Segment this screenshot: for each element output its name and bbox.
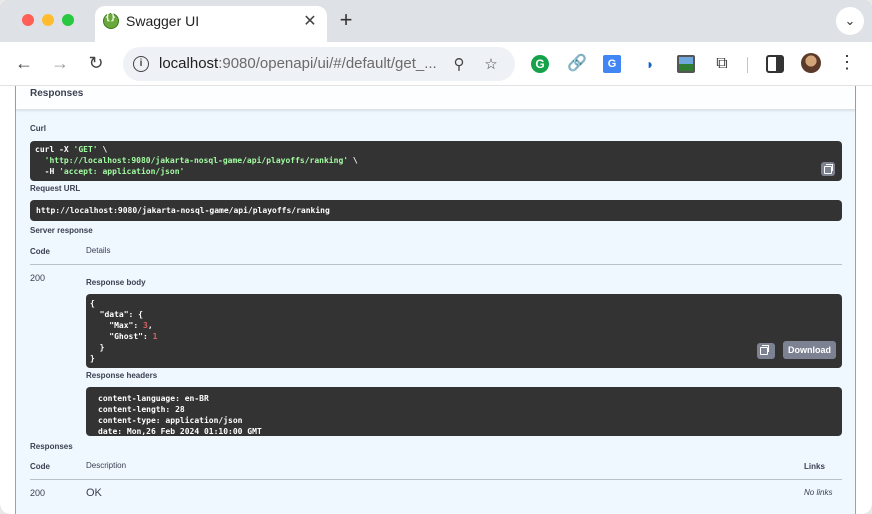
copy-response-icon[interactable] — [757, 343, 775, 359]
responses-header-row: Code Description — [30, 456, 842, 480]
body-close-brace: } — [90, 354, 95, 363]
body-max-key: "Max" — [109, 321, 134, 330]
curl-url-tail: \ — [348, 156, 358, 165]
page-content: Responses Curl curl -X 'GET' \ 'http://l… — [0, 86, 872, 514]
maximize-window-button[interactable] — [62, 14, 74, 26]
body-max-value: 3 — [143, 321, 148, 330]
curl-command[interactable]: curl -X 'GET' \ 'http://localhost:9080/j… — [30, 141, 842, 181]
reload-icon[interactable]: ↻ — [85, 52, 107, 74]
curl-accept: 'accept: application/json' — [59, 167, 185, 176]
tab-search-chevron-icon[interactable]: ⌄ — [836, 7, 864, 35]
col-code: Code — [30, 247, 50, 256]
request-url-value[interactable]: http://localhost:9080/jakarta-nosql-game… — [30, 200, 842, 221]
curl-url: 'http://localhost:9080/jakarta-nosql-gam… — [44, 156, 349, 165]
browser-toolbar: ← → ↻ i localhost:9080/openapi/ui/#/defa… — [0, 42, 872, 86]
dropper-icon[interactable]: ◗ — [641, 55, 659, 73]
responses-header-title: Responses — [30, 88, 84, 99]
curl-line1-tail: \ — [97, 145, 108, 154]
side-panel-icon[interactable] — [766, 55, 784, 73]
body-inner-close: } — [90, 343, 105, 352]
browser-window: Swagger UI ✕ + ⌄ ← → ↻ i localhost:9080/… — [0, 0, 872, 514]
url-text[interactable]: localhost:9080/openapi/ui/#/default/get_… — [159, 55, 449, 72]
grammarly-icon[interactable]: G — [531, 55, 549, 73]
download-button[interactable]: Download — [783, 341, 836, 359]
responses-section-title: Responses — [30, 442, 73, 451]
bookmark-star-icon[interactable]: ☆ — [482, 55, 500, 73]
body-ghost-key: "Ghost" — [109, 332, 143, 341]
response-body-label: Response body — [86, 278, 146, 287]
extensions-puzzle-icon[interactable]: ⧉ — [713, 55, 731, 73]
address-bar[interactable]: i localhost:9080/openapi/ui/#/default/ge… — [123, 47, 515, 81]
col-details: Details — [86, 246, 111, 255]
curl-method: 'GET' — [73, 145, 98, 154]
url-path: :9080/openapi/ui/#/default/get_... — [218, 55, 437, 72]
server-response-header-row: Code Details — [30, 242, 842, 265]
forward-arrow-icon[interactable]: → — [49, 52, 71, 74]
copy-curl-icon[interactable] — [821, 162, 835, 176]
close-window-button[interactable] — [22, 14, 34, 26]
new-tab-icon[interactable]: + — [337, 8, 355, 32]
responses-col-description: Description — [86, 461, 127, 470]
tab-swagger-ui[interactable]: Swagger UI ✕ — [95, 6, 327, 42]
response-headers-label: Response headers — [86, 371, 158, 380]
operation-block: Responses Curl curl -X 'GET' \ 'http://l… — [15, 86, 856, 514]
header-line: content-language: en-BR — [98, 394, 209, 403]
toolbar-divider — [747, 57, 748, 73]
close-tab-icon[interactable]: ✕ — [301, 11, 319, 31]
url-host: localhost — [159, 55, 219, 72]
response-code: 200 — [30, 273, 46, 283]
swagger-favicon-icon — [103, 13, 119, 29]
profile-avatar[interactable] — [801, 53, 821, 73]
header-line: content-length: 28 — [98, 405, 185, 414]
minimize-window-button[interactable] — [42, 14, 54, 26]
body-data-key: "data" — [99, 310, 129, 319]
body-open-brace: { — [90, 299, 95, 308]
header-line: content-type: application/json — [98, 416, 243, 425]
responses-row-links: No links — [804, 488, 833, 497]
responses-row-code: 200 — [30, 488, 46, 498]
image-extension-icon[interactable] — [677, 55, 695, 73]
link-icon[interactable]: 🔗 — [567, 55, 587, 73]
body-ghost-value: 1 — [152, 332, 158, 341]
responses-row-description: OK — [86, 487, 102, 499]
zoom-icon[interactable]: ⚲ — [450, 55, 468, 73]
server-response-label: Server response — [30, 226, 93, 235]
response-headers[interactable]: content-language: en-BR content-length: … — [86, 387, 842, 436]
curl-line3-head: -H — [35, 167, 60, 176]
response-body[interactable]: { "data": { "Max": 3, "Ghost": 1 } } — [86, 294, 842, 368]
responses-col-code: Code — [30, 462, 50, 471]
request-url-label: Request URL — [30, 184, 81, 193]
site-info-icon[interactable]: i — [133, 56, 149, 72]
curl-line1: curl -X — [35, 145, 74, 154]
responses-header: Responses — [16, 86, 855, 110]
translate-icon[interactable]: G — [603, 55, 621, 73]
tab-strip: Swagger UI ✕ + ⌄ — [0, 0, 872, 42]
curl-label: Curl — [30, 124, 46, 133]
browser-menu-icon[interactable]: ⋮ — [838, 52, 856, 73]
responses-col-links: Links — [804, 462, 825, 471]
back-arrow-icon[interactable]: ← — [13, 52, 35, 74]
header-line: date: Mon,26 Feb 2024 01:10:00 GMT — [98, 427, 262, 436]
tab-title: Swagger UI — [126, 13, 200, 29]
